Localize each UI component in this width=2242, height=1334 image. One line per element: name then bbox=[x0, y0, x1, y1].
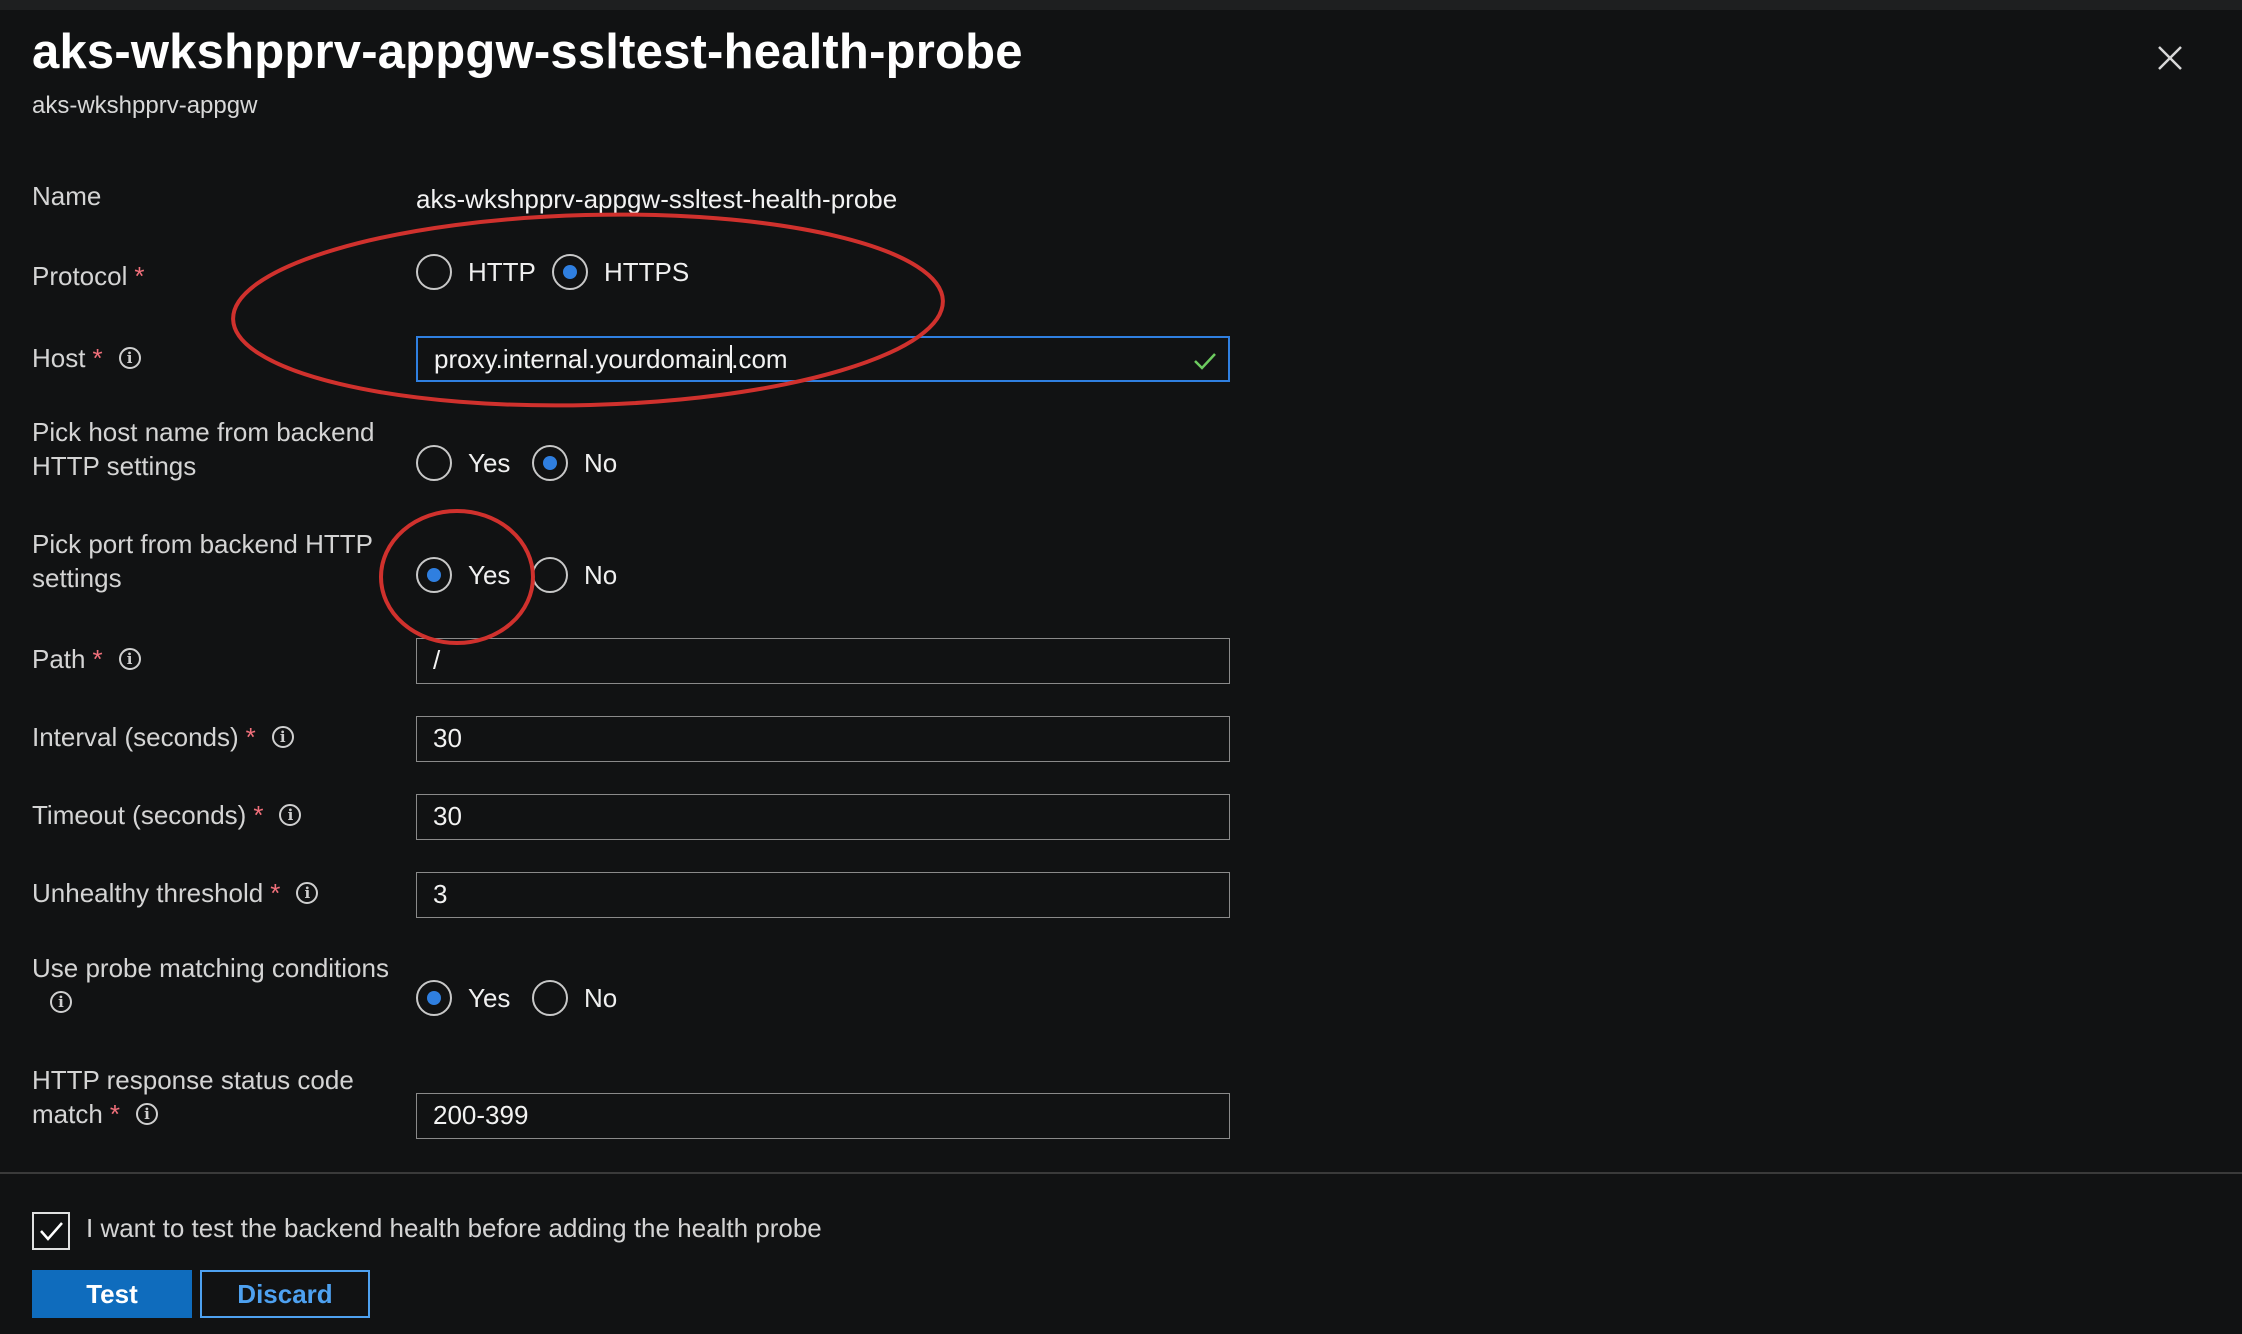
probe-matching-info-row: i bbox=[32, 985, 389, 1019]
protocol-label-text: Protocol bbox=[32, 261, 128, 291]
pick-host-label-line1: Pick host name from backend bbox=[32, 417, 375, 447]
interval-input[interactable]: 30 bbox=[416, 716, 1230, 762]
radio-circle-yes-selected bbox=[416, 557, 452, 593]
required-asterisk: * bbox=[134, 261, 145, 291]
status-code-label-line2: match bbox=[32, 1099, 103, 1129]
info-icon[interactable]: i bbox=[50, 991, 72, 1014]
required-asterisk: * bbox=[92, 343, 103, 373]
page-subtitle: aks-wkshpprv-appgw bbox=[32, 92, 258, 119]
probe-matching-option-yes: Yes bbox=[468, 982, 511, 1013]
name-label-text: Name bbox=[32, 181, 102, 211]
pick-port-radio-no[interactable]: No bbox=[532, 555, 617, 595]
pick-host-label-line2: HTTP settings bbox=[32, 451, 197, 481]
checkmark-icon bbox=[40, 1222, 63, 1241]
status-code-label-line2-row: match * i bbox=[32, 1097, 354, 1131]
status-code-label-line1: HTTP response status code bbox=[32, 1065, 354, 1095]
interval-label-text: Interval (seconds) bbox=[32, 722, 239, 752]
required-asterisk: * bbox=[253, 800, 264, 830]
info-icon[interactable]: i bbox=[279, 804, 302, 827]
info-icon[interactable]: i bbox=[135, 1103, 158, 1126]
radio-circle-http bbox=[416, 254, 452, 290]
pick-host-label: Pick host name from backend HTTP setting… bbox=[32, 415, 375, 483]
host-label-text: Host bbox=[32, 343, 86, 373]
radio-circle-no bbox=[532, 557, 568, 593]
discard-button[interactable]: Discard bbox=[200, 1270, 370, 1318]
pick-port-option-no: No bbox=[584, 559, 618, 590]
protocol-label: Protocol * bbox=[32, 259, 145, 293]
test-backend-checkbox[interactable] bbox=[32, 1212, 70, 1250]
info-icon[interactable]: i bbox=[271, 726, 294, 749]
pick-host-radio-yes[interactable]: Yes bbox=[416, 443, 510, 483]
name-label: Name bbox=[32, 179, 101, 213]
radio-circle-yes bbox=[416, 445, 452, 481]
unhealthy-threshold-input[interactable]: 3 bbox=[416, 872, 1230, 918]
path-label: Path * i bbox=[32, 642, 141, 676]
required-asterisk: * bbox=[109, 1099, 120, 1129]
probe-matching-label: Use probe matching conditions i bbox=[32, 951, 389, 1019]
info-icon[interactable]: i bbox=[296, 882, 319, 905]
radio-circle-yes-selected bbox=[416, 980, 452, 1016]
footer-divider bbox=[0, 1172, 2242, 1174]
probe-matching-radio-no[interactable]: No bbox=[532, 978, 617, 1018]
info-icon[interactable]: i bbox=[118, 347, 141, 370]
path-label-text: Path bbox=[32, 644, 86, 674]
pick-host-option-no: No bbox=[584, 447, 618, 478]
close-icon bbox=[2158, 46, 2182, 70]
radio-circle-no-selected bbox=[532, 445, 568, 481]
checkmark-icon bbox=[1190, 346, 1220, 376]
pick-host-option-yes: Yes bbox=[468, 447, 511, 478]
pick-host-radio-group: Yes No bbox=[416, 443, 676, 483]
required-asterisk: * bbox=[245, 722, 256, 752]
host-value-before-caret: proxy.internal.yourdomain bbox=[434, 344, 732, 374]
page-title: aks-wkshpprv-appgw-ssltest-health-probe bbox=[32, 25, 1023, 79]
pick-port-label-line2: settings bbox=[32, 563, 122, 593]
unhealthy-label-text: Unhealthy threshold bbox=[32, 878, 264, 908]
protocol-radio-https[interactable]: HTTPS bbox=[552, 252, 689, 292]
name-value: aks-wkshpprv-appgw-ssltest-health-probe bbox=[416, 184, 898, 214]
probe-matching-radio-group: Yes No bbox=[416, 978, 676, 1018]
radio-circle-https-selected bbox=[552, 254, 588, 290]
top-strip bbox=[0, 0, 2242, 10]
path-input[interactable]: / bbox=[416, 638, 1230, 684]
timeout-label-text: Timeout (seconds) bbox=[32, 800, 247, 830]
text-caret bbox=[730, 345, 733, 374]
protocol-option-https: HTTPS bbox=[604, 256, 690, 287]
host-label: Host * i bbox=[32, 341, 141, 375]
pick-port-label: Pick port from backend HTTP settings bbox=[32, 527, 373, 595]
probe-matching-radio-yes[interactable]: Yes bbox=[416, 978, 510, 1018]
probe-matching-option-no: No bbox=[584, 982, 618, 1013]
radio-circle-no bbox=[532, 980, 568, 1016]
protocol-option-http: HTTP bbox=[468, 256, 536, 287]
host-input[interactable]: proxy.internal.yourdomain.com bbox=[416, 336, 1230, 382]
pick-port-radio-group: Yes No bbox=[416, 555, 676, 595]
timeout-label: Timeout (seconds) * i bbox=[32, 798, 302, 832]
test-button[interactable]: Test bbox=[32, 1270, 192, 1318]
pick-port-radio-yes[interactable]: Yes bbox=[416, 555, 510, 595]
status-code-label: HTTP response status code match * i bbox=[32, 1063, 354, 1131]
interval-label: Interval (seconds) * i bbox=[32, 720, 294, 754]
close-button[interactable] bbox=[2150, 38, 2190, 78]
protocol-radio-http[interactable]: HTTP bbox=[416, 252, 536, 292]
required-asterisk: * bbox=[92, 644, 103, 674]
annotation-ellipse-protocol bbox=[231, 212, 945, 408]
timeout-input[interactable]: 30 bbox=[416, 794, 1230, 840]
host-value-after-caret: .com bbox=[731, 344, 788, 374]
test-backend-checkbox-label: I want to test the backend health before… bbox=[86, 1213, 822, 1243]
protocol-radio-group: HTTP HTTPS bbox=[416, 252, 716, 292]
pick-port-label-line1: Pick port from backend HTTP bbox=[32, 529, 373, 559]
required-asterisk: * bbox=[270, 878, 281, 908]
status-code-input[interactable]: 200-399 bbox=[416, 1093, 1230, 1139]
unhealthy-threshold-label: Unhealthy threshold * i bbox=[32, 876, 319, 910]
pick-port-option-yes: Yes bbox=[468, 559, 511, 590]
probe-matching-label-text: Use probe matching conditions bbox=[32, 953, 389, 983]
info-icon[interactable]: i bbox=[118, 648, 141, 671]
pick-host-radio-no[interactable]: No bbox=[532, 443, 617, 483]
